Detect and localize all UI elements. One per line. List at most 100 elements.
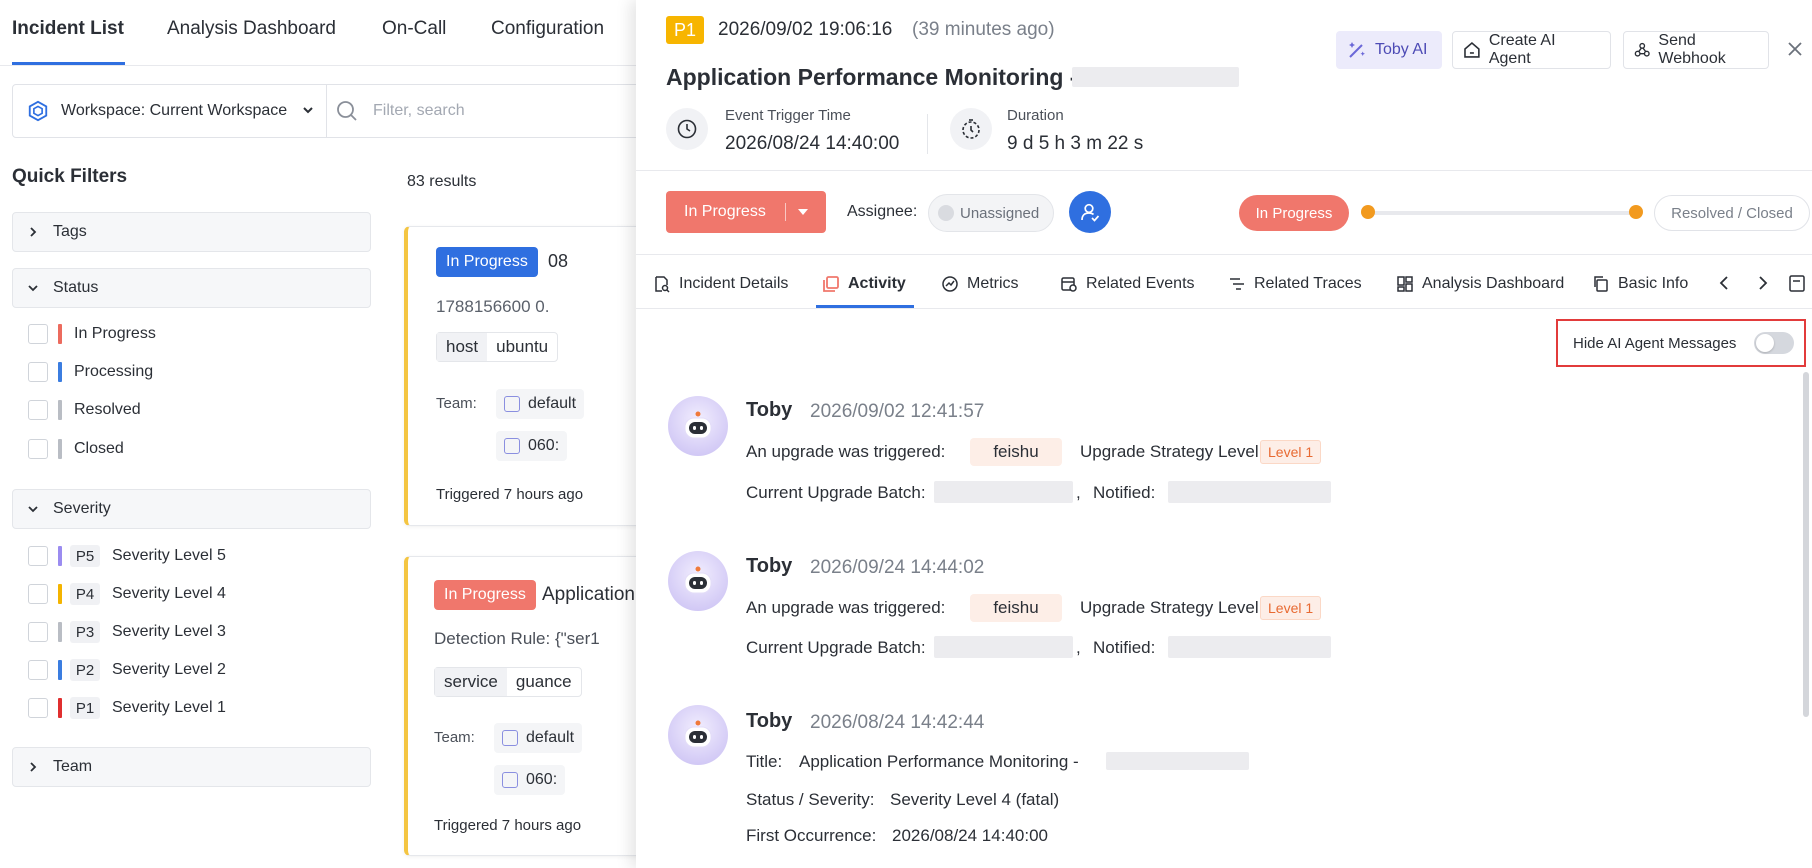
- results-count: 83 results: [407, 173, 477, 190]
- filter-group-label: Severity: [53, 500, 111, 517]
- batch-label: Current Upgrade Batch:: [746, 483, 926, 502]
- divider: [785, 203, 786, 221]
- filter-group-status[interactable]: Status: [12, 268, 371, 308]
- assign-user-button[interactable]: [1069, 191, 1111, 233]
- filter-group-severity[interactable]: Severity: [12, 489, 371, 529]
- workspace-selector[interactable]: Workspace: Current Workspace: [13, 85, 327, 137]
- hide-ai-messages-toggle[interactable]: [1754, 332, 1794, 354]
- divider: [636, 170, 1812, 171]
- team-name: 060:: [526, 771, 558, 788]
- tag[interactable]: service guance: [434, 667, 582, 697]
- triggered-time: Triggered 7 hours ago: [434, 817, 582, 834]
- checkbox[interactable]: [28, 698, 48, 718]
- status-badge: In Progress: [434, 580, 536, 610]
- scrollbar[interactable]: [1803, 372, 1809, 717]
- severity-color-bar: [58, 698, 62, 718]
- tab-incident-list[interactable]: Incident List: [12, 18, 124, 40]
- filter-severity-p4[interactable]: P4 Severity Level 4: [28, 582, 226, 606]
- card-title: 08: [548, 251, 569, 271]
- tab-analysis-dashboard[interactable]: Analysis Dashboard: [167, 18, 336, 40]
- caret-down-icon: [798, 209, 808, 215]
- team-chip[interactable]: 060:: [496, 431, 568, 461]
- comma: ,: [1076, 483, 1081, 502]
- dashboard-icon: [1397, 276, 1413, 292]
- gauge-icon: [942, 276, 958, 292]
- send-webhook-button[interactable]: Send Webhook: [1623, 31, 1769, 69]
- filter-item-label: In Progress: [74, 325, 156, 342]
- close-icon[interactable]: [1786, 40, 1804, 58]
- team-label: Team:: [436, 395, 477, 412]
- clock-icon: [666, 108, 708, 150]
- tag[interactable]: host ubuntu: [436, 332, 559, 362]
- assignee-select[interactable]: Unassigned: [928, 194, 1054, 232]
- overflow-tab-icon[interactable]: [1788, 274, 1808, 294]
- send-webhook-label: Send Webhook: [1658, 32, 1726, 67]
- avatar: [668, 551, 728, 611]
- first-occurrence-value: 2026/08/24 14:40:00: [892, 826, 1048, 845]
- progress-dot: [1361, 205, 1375, 219]
- filter-severity-p1[interactable]: P1 Severity Level 1: [28, 696, 226, 720]
- severity-code: P5: [70, 545, 100, 567]
- magic-wand-icon: [1349, 42, 1365, 58]
- filter-group-label: Team: [53, 758, 93, 775]
- chevron-right-icon[interactable]: [1753, 274, 1771, 292]
- title-value: Application Performance Monitoring -: [799, 752, 1079, 771]
- create-ai-agent-button[interactable]: Create AI Agent: [1452, 31, 1611, 69]
- tab-related-traces[interactable]: Related Traces: [1228, 272, 1362, 296]
- checkbox[interactable]: [28, 660, 48, 680]
- filter-group-label: Tags: [53, 223, 87, 240]
- tab-basic-info[interactable]: Basic Info: [1592, 272, 1688, 296]
- avatar: [668, 705, 728, 765]
- checkbox[interactable]: [28, 622, 48, 642]
- filter-status-closed[interactable]: Closed: [28, 437, 124, 461]
- channel-chip: feishu: [970, 438, 1062, 466]
- checkbox[interactable]: [28, 324, 48, 344]
- strategy-label: Upgrade Strategy Level: [1080, 442, 1259, 461]
- filter-severity-p5[interactable]: P5 Severity Level 5: [28, 544, 226, 568]
- divider: [636, 254, 1812, 255]
- team-icon: [502, 730, 518, 746]
- severity-code: P1: [70, 697, 100, 719]
- team-chip[interactable]: default: [496, 389, 585, 419]
- channel-chip: feishu: [970, 594, 1062, 622]
- tab-label: Related Events: [1086, 275, 1195, 292]
- progress-final-step[interactable]: Resolved / Closed: [1654, 195, 1810, 231]
- filter-status-resolved[interactable]: Resolved: [28, 398, 141, 422]
- status-severity-value: Severity Level 4 (fatal): [890, 790, 1060, 809]
- status-color-bar: [58, 362, 62, 382]
- tab-activity[interactable]: Activity: [822, 272, 906, 296]
- card-title: Application: [542, 584, 635, 605]
- checkbox[interactable]: [28, 362, 48, 382]
- checkbox[interactable]: [28, 400, 48, 420]
- redacted-text: [1168, 481, 1331, 503]
- checkbox[interactable]: [28, 546, 48, 566]
- checkbox[interactable]: [28, 584, 48, 604]
- status-dropdown-button[interactable]: In Progress: [666, 191, 826, 233]
- filter-severity-p2[interactable]: P2 Severity Level 2: [28, 658, 226, 682]
- tab-on-call[interactable]: On-Call: [382, 18, 446, 40]
- filter-severity-p3[interactable]: P3 Severity Level 3: [28, 620, 226, 644]
- chevron-left-icon[interactable]: [1716, 274, 1734, 292]
- tab-analysis-dashboard[interactable]: Analysis Dashboard: [1396, 272, 1564, 296]
- comma: ,: [1076, 638, 1081, 657]
- filter-status-processing[interactable]: Processing: [28, 360, 153, 384]
- team-chip[interactable]: default: [494, 723, 583, 753]
- assignee-label: Assignee:: [847, 203, 918, 220]
- toby-ai-button[interactable]: Toby AI: [1336, 31, 1442, 69]
- duration-label: Duration: [1007, 107, 1064, 124]
- checkbox[interactable]: [28, 439, 48, 459]
- traces-icon: [1230, 278, 1244, 290]
- filter-group-tags[interactable]: Tags: [12, 212, 371, 252]
- search-input[interactable]: [373, 97, 653, 125]
- severity-color-bar: [58, 660, 62, 680]
- tab-related-events[interactable]: Related Events: [1060, 272, 1195, 296]
- activity-author: Toby: [746, 710, 793, 732]
- team-icon: [504, 438, 520, 454]
- tab-incident-details[interactable]: Incident Details: [653, 272, 788, 296]
- filter-group-team[interactable]: Team: [12, 747, 371, 787]
- tab-configuration[interactable]: Configuration: [491, 18, 604, 40]
- team-chip[interactable]: 060:: [494, 765, 566, 795]
- tab-metrics[interactable]: Metrics: [941, 272, 1019, 296]
- duration-value: 9 d 5 h 3 m 22 s: [1007, 133, 1144, 154]
- filter-status-in-progress[interactable]: In Progress: [28, 322, 156, 346]
